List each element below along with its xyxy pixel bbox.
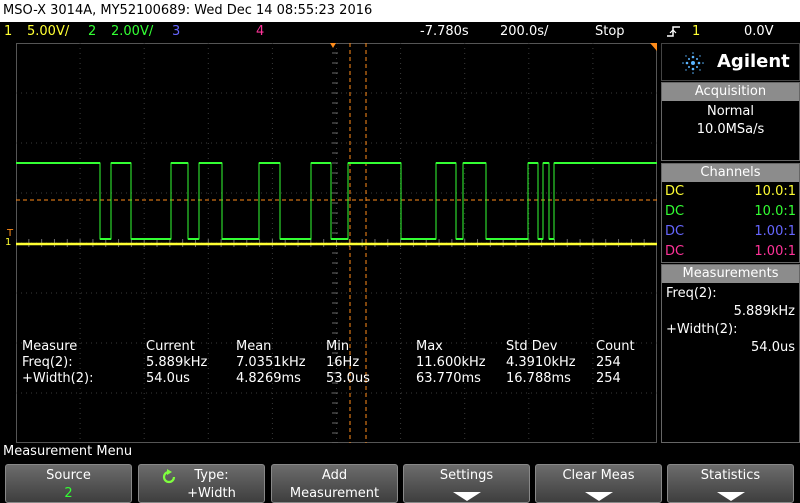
softkey-value: +Width	[187, 486, 236, 501]
trigger-level[interactable]: 0.0V	[744, 22, 774, 42]
ch3-number[interactable]: 3	[172, 22, 180, 42]
softkey-label: Add	[321, 468, 348, 483]
acquisition-mode: Normal	[706, 104, 755, 119]
down-arrow-icon	[452, 492, 481, 501]
table-header-cell: Std Dev	[506, 339, 558, 354]
probe-ratio: 10.0:1	[754, 204, 796, 219]
softkey-label: Clear Meas	[562, 468, 635, 483]
right-info-panel: Agilent Acquisition Normal 10.0MSa/s Cha…	[661, 43, 800, 443]
channel-coupling: DC	[665, 244, 685, 259]
table-cell: 16Hz	[326, 355, 360, 370]
menu-title: Measurement Menu	[0, 443, 800, 461]
table-header-cell: Current	[146, 339, 195, 354]
table-header-cell: Min	[326, 339, 350, 354]
probe-ratio: 1.00:1	[754, 224, 796, 239]
measurement-1-value: 5.889kHz	[733, 304, 795, 319]
ch4-number[interactable]: 4	[256, 22, 264, 42]
channels-header: Channels	[662, 164, 799, 182]
softkey-label-2: Measurement	[289, 486, 380, 501]
measurements-header: Measurements	[662, 265, 799, 283]
time-scale[interactable]: 200.0s/	[500, 22, 548, 42]
softkey-value: 2	[64, 486, 73, 501]
ch2-number: 2	[88, 24, 97, 39]
measurement-2-value: 54.0us	[751, 340, 795, 355]
channel-coupling: DC	[665, 184, 685, 199]
sample-rate: 10.0MSa/s	[696, 122, 765, 137]
statistics-softkey[interactable]: Statistics	[667, 464, 794, 503]
table-cell: 4.8269ms	[236, 371, 301, 386]
add-measurement-softkey[interactable]: Add Measurement	[271, 464, 398, 503]
channel-row-3: DC 1.00:1	[662, 222, 799, 242]
table-cell: 54.0us	[146, 371, 190, 386]
clear-meas-softkey[interactable]: Clear Meas	[535, 464, 662, 503]
agilent-spark-icon	[680, 51, 706, 75]
down-arrow-icon	[584, 492, 613, 501]
probe-ratio: 10.0:1	[754, 184, 796, 199]
channel-row-2: DC 10.0:1	[662, 202, 799, 222]
brand-name: Agilent	[717, 51, 790, 72]
window-title: MSO-X 3014A, MY52100689: Wed Dec 14 08:5…	[0, 0, 800, 22]
table-cell: 16.788ms	[506, 371, 571, 386]
probe-ratio: 1.00:1	[754, 244, 796, 259]
status-bar: 1 5.00V/ 2 2.00V/ 3 4 -7.780s 200.0s/ St…	[0, 22, 800, 42]
table-cell: 53.0us	[326, 371, 370, 386]
softkey-label: Source	[46, 468, 91, 483]
measurement-2-label: +Width(2):	[666, 322, 738, 337]
table-cell: Freq(2):	[22, 355, 73, 370]
table-cell: 11.600kHz	[416, 355, 486, 370]
ch1-number: 1	[4, 24, 13, 39]
table-cell: 5.889kHz	[146, 355, 208, 370]
ch1-scale[interactable]: 5.00V/	[27, 22, 69, 42]
softkey-label: Type:	[194, 468, 229, 483]
settings-softkey[interactable]: Settings	[403, 464, 530, 503]
table-cell: 254	[596, 355, 621, 370]
source-softkey[interactable]: Source 2	[5, 464, 132, 503]
table-cell: 7.0351kHz	[236, 355, 306, 370]
channel-row-4: DC 1.00:1	[662, 242, 799, 262]
ch1-ground-marker[interactable]: 1	[5, 237, 11, 248]
table-cell: 254	[596, 371, 621, 386]
acquisition-section[interactable]: Acquisition Normal 10.0MSa/s	[661, 82, 800, 161]
table-header-cell: Max	[416, 339, 443, 354]
rising-edge-trigger-icon	[665, 22, 683, 42]
softkey-label: Statistics	[700, 468, 761, 483]
channel-coupling: DC	[665, 204, 685, 219]
table-header-cell: Mean	[236, 339, 272, 354]
table-header-cell: Measure	[22, 339, 78, 354]
softkey-label: Settings	[439, 468, 494, 483]
table-cell: 63.770ms	[416, 371, 481, 386]
trigger-channel: 1	[692, 24, 701, 39]
ch2-scale[interactable]: 2.00V/	[111, 22, 153, 42]
time-offset[interactable]: -7.780s	[420, 22, 469, 42]
measurement-1-label: Freq(2):	[666, 286, 717, 301]
table-cell: +Width(2):	[22, 371, 94, 386]
table-header-cell: Count	[596, 339, 635, 354]
measurements-section[interactable]: Measurements Freq(2): 5.889kHz +Width(2)…	[661, 264, 800, 443]
down-arrow-icon	[716, 492, 745, 501]
softkey-bar: Source 2 Type: +Width Add Measurement Se…	[0, 461, 800, 503]
run-state: Stop	[595, 24, 625, 39]
brand-logo: Agilent	[661, 43, 800, 81]
table-cell: 4.3910kHz	[506, 355, 576, 370]
channel-row-1: DC 10.0:1	[662, 182, 799, 202]
channels-section[interactable]: Channels DC 10.0:1 DC 10.0:1 DC 1.00:1 D…	[661, 163, 800, 263]
channel-coupling: DC	[665, 224, 685, 239]
acquisition-header: Acquisition	[662, 83, 799, 101]
type-softkey[interactable]: Type: +Width	[138, 464, 265, 503]
